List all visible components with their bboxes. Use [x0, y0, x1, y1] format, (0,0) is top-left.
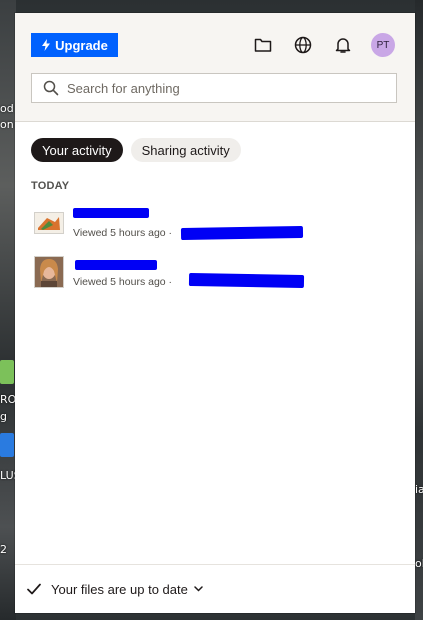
desktop-label: od [0, 102, 14, 115]
upgrade-button[interactable]: Upgrade [31, 33, 118, 57]
redacted-filename [75, 260, 157, 270]
desktop-app-icon[interactable] [0, 360, 14, 384]
avatar-initials: PT [376, 39, 390, 51]
search-input[interactable] [65, 79, 396, 97]
desktop-label: on [0, 118, 14, 131]
search-box[interactable] [31, 73, 397, 103]
panel-header: Upgrade PT [15, 13, 415, 122]
activity-meta: Viewed 5 hours ago · [73, 227, 173, 239]
desktop-label: 2 [0, 543, 7, 556]
photo-thumbnail [34, 256, 64, 288]
panel-footer: Your files are up to date [15, 564, 415, 613]
redacted-location [180, 225, 304, 241]
section-label-today: TODAY [31, 180, 70, 192]
folder-icon[interactable] [253, 35, 273, 55]
upgrade-label: Upgrade [55, 37, 108, 53]
chevron-down-icon [194, 586, 203, 592]
tab-your-activity[interactable]: Your activity [31, 138, 123, 162]
avatar[interactable]: PT [371, 33, 395, 57]
globe-icon[interactable] [293, 35, 313, 55]
desktop-label: g [0, 410, 7, 423]
sync-status-button[interactable]: Your files are up to date [27, 582, 203, 597]
search-icon [43, 80, 59, 96]
lightning-icon [42, 39, 51, 51]
activity-row[interactable]: Viewed 5 hours ago · [31, 208, 401, 248]
desktop-label: ia [415, 483, 423, 496]
bell-icon[interactable] [333, 35, 353, 55]
file-thumbnail [34, 212, 64, 234]
activity-meta: Viewed 5 hours ago · [73, 276, 173, 288]
desktop-app-icon[interactable] [0, 433, 14, 457]
activity-tabs: Your activity Sharing activity [31, 138, 241, 162]
redacted-filename [73, 208, 149, 218]
redacted-location [188, 272, 305, 289]
dropbox-panel: Upgrade PT Search for anything Your acti… [15, 13, 415, 613]
sync-status-label: Your files are up to date [51, 581, 188, 597]
checkmark-icon [27, 583, 41, 595]
desktop-label: ol [415, 557, 423, 570]
tab-sharing-activity[interactable]: Sharing activity [130, 138, 241, 162]
desktop-right-edge [415, 0, 423, 620]
activity-row[interactable]: Viewed 5 hours ago · [31, 256, 401, 296]
desktop-label: RO [0, 393, 17, 406]
desktop-left-edge [0, 0, 16, 620]
